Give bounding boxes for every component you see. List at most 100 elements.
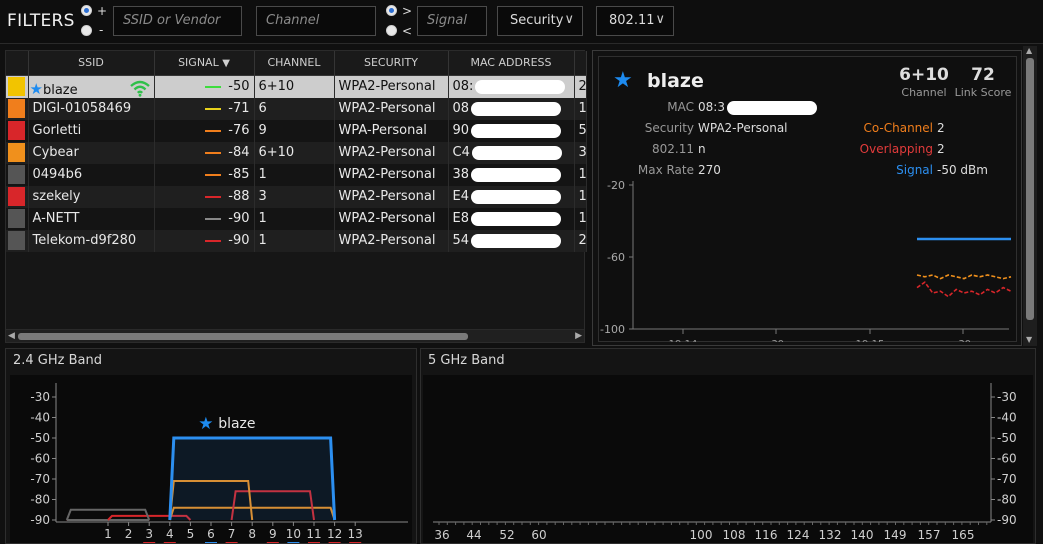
scroll-left-icon[interactable]: ◀ bbox=[8, 331, 15, 341]
band-x-tick-label: 132 bbox=[819, 528, 842, 542]
network-signal-cell: -76 bbox=[154, 119, 255, 142]
network-mac-prefix: 38 bbox=[452, 167, 470, 182]
favorite-star-icon[interactable]: ★ bbox=[30, 80, 43, 98]
security-dropdown[interactable]: Security ∨ bbox=[497, 6, 583, 36]
network-row[interactable]: ★blaze -50 6+10 WPA2-Personal 08: 2 bbox=[6, 75, 587, 98]
signal-greater-radio[interactable] bbox=[386, 5, 397, 16]
band-x-tick-label: 36 bbox=[434, 528, 449, 542]
column-header-color bbox=[6, 51, 29, 76]
band-x-tick-label: 9 bbox=[269, 527, 277, 541]
network-row[interactable]: szekely -88 3 WPA2-Personal E4 1 bbox=[6, 185, 587, 208]
band-network-curve bbox=[168, 436, 337, 521]
ssid-vendor-input[interactable]: SSID or Vendor bbox=[113, 6, 242, 36]
network-extra: 5 bbox=[574, 119, 587, 142]
network-table-panel: SSID SIGNAL ▼ CHANNEL SECURITY MAC ADDRE… bbox=[5, 50, 587, 343]
signal-less-radio[interactable] bbox=[386, 25, 397, 36]
scrollbar-thumb[interactable] bbox=[18, 333, 468, 340]
network-ssid-cell: Gorletti bbox=[28, 119, 155, 142]
band-y-tick-label: -90 bbox=[997, 513, 1017, 527]
band-24-panel: 2.4 GHz Band -30 -40 -50 -60 -70 -80 -90 1 2 3 4 5 6… bbox=[5, 348, 417, 544]
redaction-mark bbox=[471, 145, 562, 160]
network-mac-cell: 90 bbox=[448, 119, 575, 142]
network-row[interactable]: Gorletti -76 9 WPA-Personal 90 5 bbox=[6, 119, 587, 142]
band-y-tick-label: -30 bbox=[997, 390, 1017, 404]
signal-input[interactable]: Signal bbox=[417, 6, 487, 36]
band-24-chart: -30-40-50-60-70-80-901 2 3 4 5 6 7 8 9 10 11 12 13★ b… bbox=[30, 383, 408, 544]
favorite-star-icon[interactable]: ★ bbox=[613, 68, 633, 93]
scroll-up-icon[interactable]: ▲ bbox=[1026, 46, 1032, 55]
column-header-extra[interactable] bbox=[574, 51, 587, 76]
redaction-mark bbox=[471, 167, 562, 182]
network-signal: -50 bbox=[228, 79, 250, 94]
column-header-ssid[interactable]: SSID bbox=[28, 51, 155, 76]
overlapping-value: 2 bbox=[937, 142, 945, 156]
network-extra: 2 bbox=[574, 229, 587, 252]
network-mac-cell: E4 bbox=[448, 185, 575, 208]
chevron-down-icon: ∨ bbox=[655, 12, 665, 27]
network-color-swatch bbox=[6, 97, 29, 120]
column-header-channel[interactable]: CHANNEL bbox=[254, 51, 335, 76]
co-channel-label: Co-Channel bbox=[863, 121, 933, 135]
include-radio[interactable] bbox=[81, 5, 92, 16]
band-5-title: 5 GHz Band bbox=[428, 353, 505, 368]
graph-x-tick-label: 19:14 bbox=[669, 339, 698, 342]
network-row[interactable]: DIGI-01058469 -71 6 WPA2-Personal 08 1 bbox=[6, 97, 587, 120]
band-5-chart-area: -30 -40 -50 -60 -70 -80 -90 36 44 52 60 100 108 116 12… bbox=[423, 375, 1033, 543]
signal-sparkline bbox=[204, 107, 221, 110]
band-y-tick-label: -60 bbox=[997, 452, 1017, 466]
network-row[interactable]: Telekom-d9f280 -90 1 WPA2-Personal 54 2 bbox=[6, 229, 587, 252]
band-x-tick-label: 10 bbox=[286, 527, 301, 541]
band-network-label: blaze bbox=[218, 416, 255, 432]
signal-value: -50 dBm bbox=[937, 163, 988, 177]
network-color-swatch bbox=[6, 163, 29, 186]
band-x-tick-label: 8 bbox=[248, 527, 256, 541]
network-ssid-cell: Cybear bbox=[28, 141, 155, 164]
network-extra: 1 bbox=[574, 207, 587, 230]
channel-input[interactable]: Channel bbox=[256, 6, 376, 36]
redaction-mark bbox=[726, 100, 817, 115]
band-x-tick-label: 3 bbox=[145, 527, 153, 541]
network-color-swatch bbox=[6, 141, 29, 164]
band-y-tick-label: -30 bbox=[30, 390, 50, 404]
band-y-tick-label: -50 bbox=[30, 431, 50, 445]
standard-dropdown[interactable]: 802.11 ∨ bbox=[596, 6, 674, 36]
network-mac-prefix: E4 bbox=[452, 189, 470, 204]
network-table: SSID SIGNAL ▼ CHANNEL SECURITY MAC ADDRE… bbox=[6, 51, 587, 252]
band-x-tick-label: 44 bbox=[466, 528, 481, 542]
scroll-right-icon[interactable]: ▶ bbox=[575, 331, 582, 341]
network-extra: 2 bbox=[574, 75, 587, 98]
overlapping-label: Overlapping bbox=[859, 142, 933, 156]
vertical-scrollbar[interactable]: ▲ ▼ bbox=[1023, 46, 1037, 346]
detail-channel-label: Channel bbox=[901, 86, 947, 99]
network-signal: -90 bbox=[228, 233, 250, 248]
network-security: WPA2-Personal bbox=[334, 141, 449, 164]
band-y-tick-label: -40 bbox=[30, 411, 50, 425]
network-row[interactable]: 0494b6 -85 1 WPA2-Personal 38 1 bbox=[6, 163, 587, 186]
network-ssid-cell: Telekom-d9f280 bbox=[28, 229, 155, 252]
network-row[interactable]: A-NETT -90 1 WPA2-Personal E8 1 bbox=[6, 207, 587, 230]
detail-link-score-label: Link Score bbox=[954, 86, 1012, 99]
horizontal-scrollbar[interactable]: ◀ ▶ bbox=[6, 329, 584, 342]
scroll-down-icon[interactable]: ▼ bbox=[1026, 335, 1032, 344]
signal-sparkline bbox=[204, 85, 221, 88]
network-signal-cell: -90 bbox=[154, 207, 255, 230]
network-security: WPA2-Personal bbox=[334, 163, 449, 186]
column-header-mac[interactable]: MAC ADDRESS bbox=[448, 51, 575, 76]
network-detail-card: ★ blaze 6+10 Channel 72 Link Score MAC 0… bbox=[598, 56, 1017, 342]
network-security: WPA2-Personal bbox=[334, 207, 449, 230]
graph-x-tick-label: 19:15 bbox=[856, 339, 885, 342]
scrollbar-thumb[interactable] bbox=[1026, 58, 1034, 320]
graph-y-tick-label: -20 bbox=[607, 179, 625, 192]
network-ssid: blaze bbox=[42, 82, 78, 98]
network-extra: 1 bbox=[574, 185, 587, 208]
network-row[interactable]: Cybear -84 6+10 WPA2-Personal C4 3 bbox=[6, 141, 587, 164]
sort-descending-icon: ▼ bbox=[222, 58, 230, 70]
network-channel: 1 bbox=[254, 207, 335, 230]
graph-x-tick-label: :30 bbox=[955, 339, 971, 342]
network-channel: 1 bbox=[254, 163, 335, 186]
column-header-security[interactable]: SECURITY bbox=[334, 51, 449, 76]
network-channel: 1 bbox=[254, 229, 335, 252]
band-24-chart-area: -30 -40 -50 -60 -70 -80 -90 1 2 3 4 5 6 7 8 9 10 11 12 13 ★ b… bbox=[10, 375, 412, 544]
column-header-signal[interactable]: SIGNAL ▼ bbox=[154, 51, 255, 76]
exclude-radio[interactable] bbox=[81, 25, 92, 36]
